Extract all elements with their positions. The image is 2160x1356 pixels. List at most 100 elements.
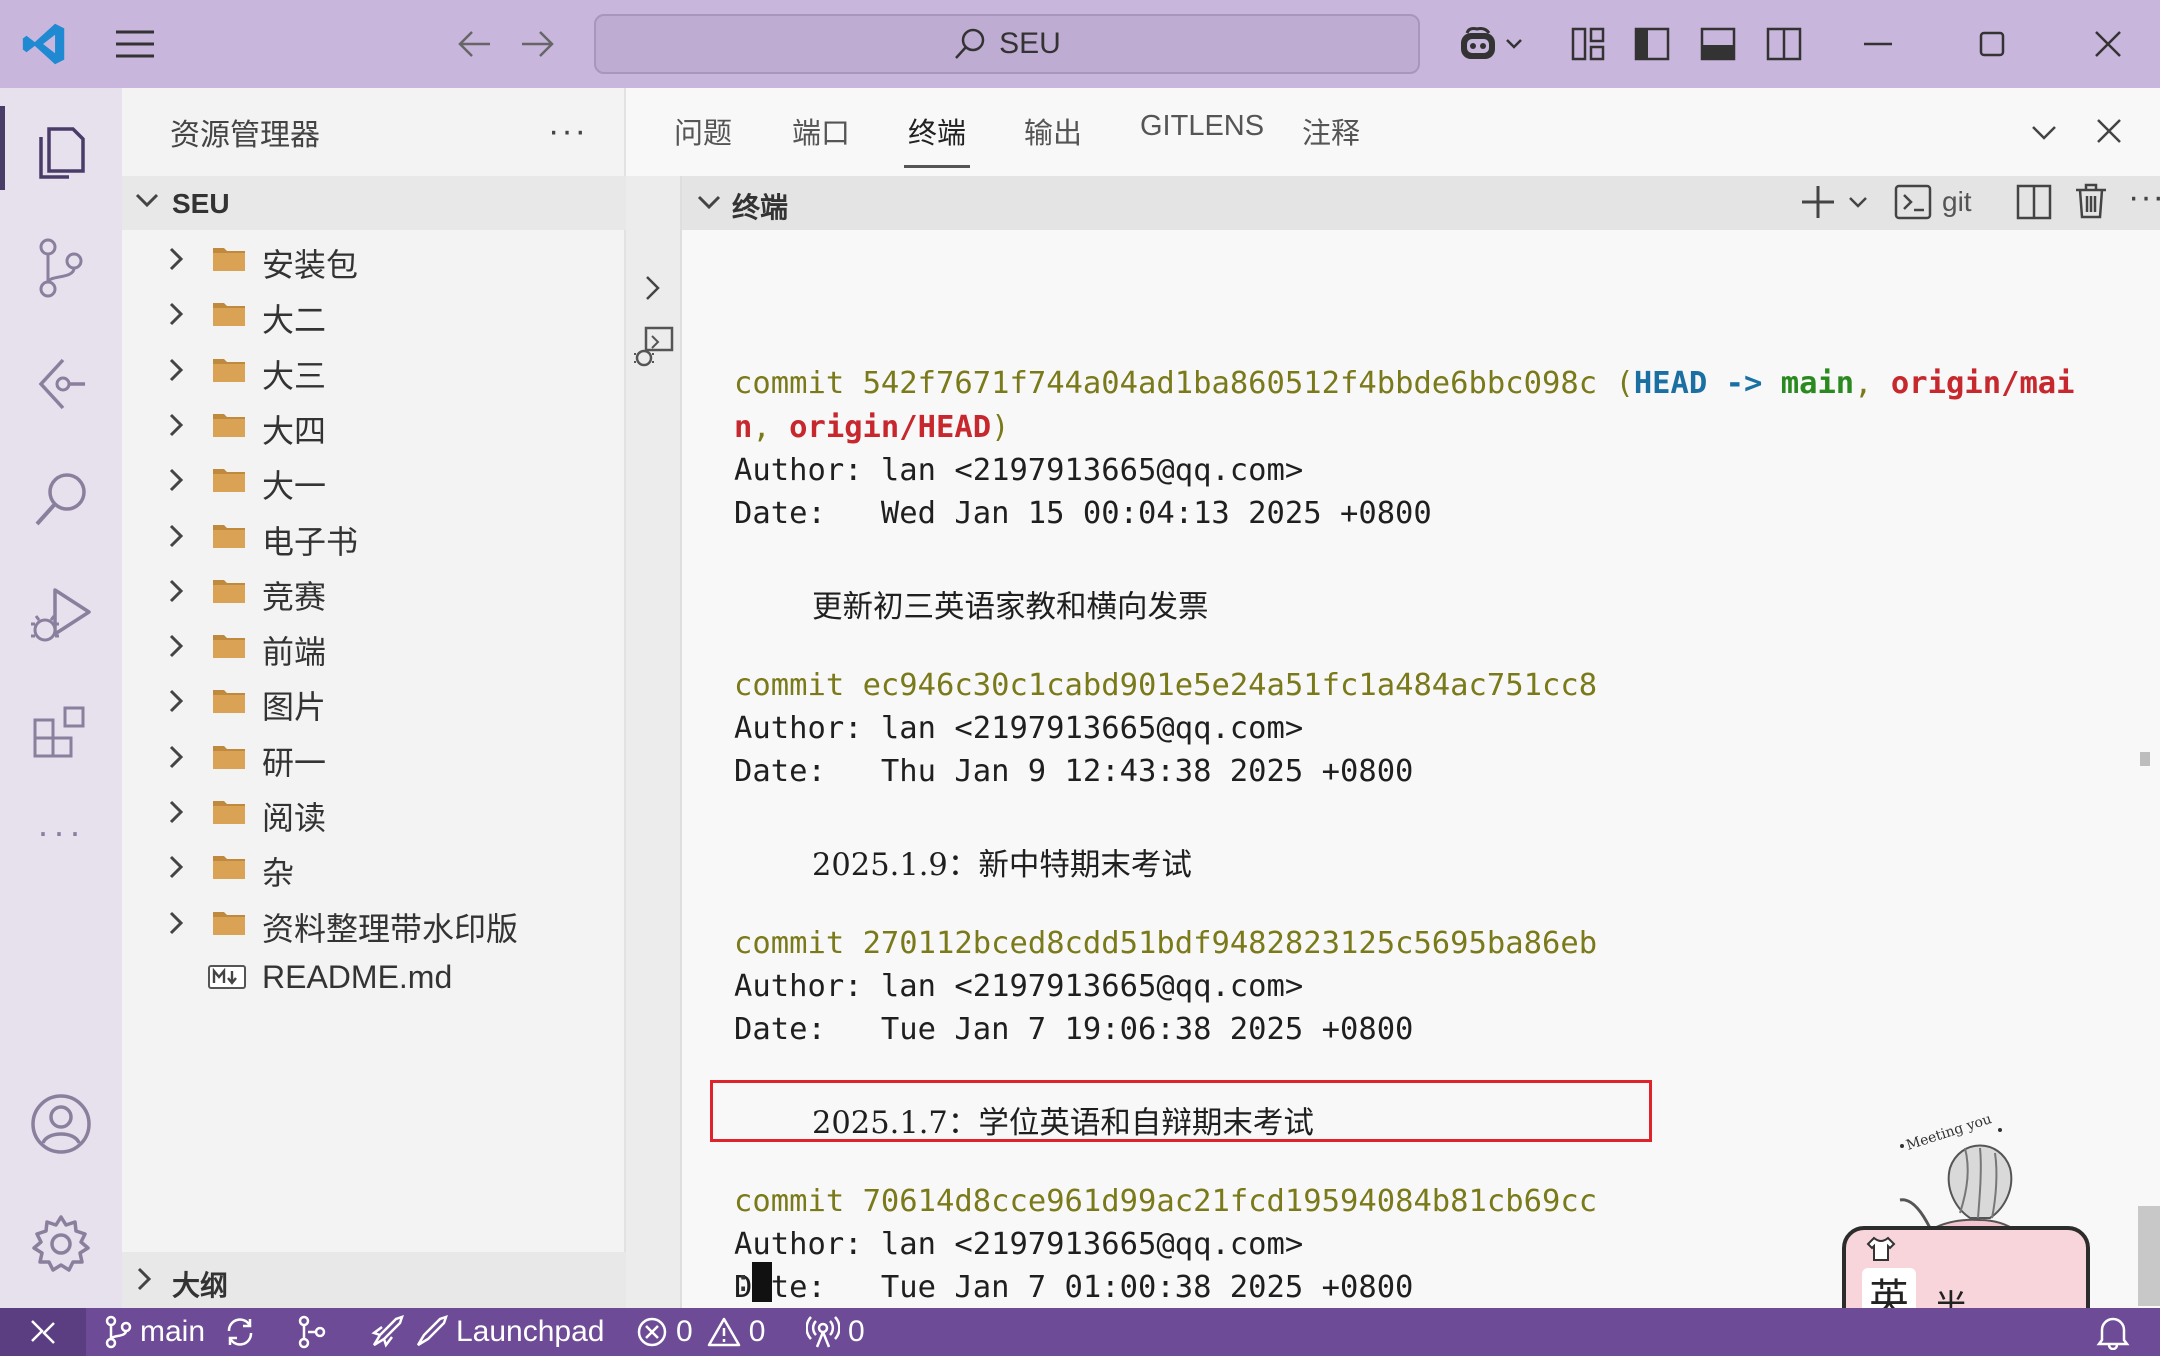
- chevron-right-icon: [168, 357, 186, 383]
- debug-console-icon[interactable]: [632, 324, 676, 368]
- launchpad-button[interactable]: Launchpad: [370, 1308, 604, 1356]
- ports-count: 0: [848, 1315, 865, 1348]
- tree-folder[interactable]: 安装包: [122, 230, 626, 285]
- tree-folder[interactable]: 竞赛: [122, 562, 626, 617]
- remote-indicator[interactable]: [0, 1308, 86, 1356]
- tree-folder[interactable]: 图片: [122, 672, 626, 727]
- tree-folder[interactable]: 资料整理带水印版: [122, 894, 626, 949]
- warning-count: 0: [748, 1315, 766, 1348]
- git-branch-icon: [105, 1315, 132, 1349]
- command-center-search[interactable]: SEU: [594, 14, 1420, 74]
- chevron-right-icon: [168, 467, 186, 493]
- sidebar-more-button[interactable]: ···: [548, 112, 588, 151]
- customize-layout-icon[interactable]: [1568, 24, 1608, 64]
- split-terminal-icon[interactable]: [2016, 184, 2052, 220]
- folder-icon: [212, 299, 246, 327]
- extensions-icon[interactable]: [0, 682, 122, 782]
- commit-message: 2025.1.9：新中特期末考试: [812, 848, 1192, 883]
- status-bar: main Launchpad 0 0 0: [0, 1308, 2160, 1356]
- forward-arrow-icon[interactable]: [516, 24, 560, 64]
- chevron-down-icon[interactable]: [696, 194, 722, 212]
- git-graph-icon: [298, 1315, 326, 1349]
- tree-folder[interactable]: 阅读: [122, 783, 626, 838]
- settings-gear-icon[interactable]: [0, 1194, 122, 1294]
- launchpad-label: Launchpad: [456, 1315, 605, 1348]
- terminal-side-strip: [626, 176, 682, 1308]
- more-icon[interactable]: ···: [0, 782, 122, 882]
- tree-folder[interactable]: 大一: [122, 451, 626, 506]
- rocket-icon: [371, 1315, 404, 1348]
- tree-folder[interactable]: 杂: [122, 838, 626, 893]
- terminal-line: commit 70614d8cce961d99ac21fcd19594084b8…: [734, 1184, 1598, 1219]
- menu-icon[interactable]: [112, 24, 158, 64]
- notifications-bell-icon[interactable]: [2096, 1308, 2130, 1356]
- tree-folder[interactable]: 电子书: [122, 507, 626, 562]
- chevron-right-icon: [136, 1266, 154, 1292]
- terminal-scrollbar-thumb[interactable]: [2138, 1206, 2160, 1306]
- ports-indicator[interactable]: 0: [806, 1308, 865, 1356]
- chevron-right-icon[interactable]: [644, 274, 662, 302]
- branch-name: main: [140, 1315, 206, 1348]
- folder-icon: [212, 576, 246, 604]
- chevron-right-icon: [168, 799, 186, 825]
- terminal-line: commit ec946c30c1cabd901e5e24a51fc1a484a…: [734, 668, 1598, 703]
- chevron-right-icon: [168, 412, 186, 438]
- tree-folder[interactable]: 大三: [122, 341, 626, 396]
- tree-item-label: 大四: [262, 412, 327, 449]
- commit-date: Date: Tue Jan 7 01:00:38 2025 +0800: [734, 1270, 1414, 1305]
- commit-highlight-box: [710, 1080, 1652, 1142]
- title-bar: SEU: [0, 0, 2160, 88]
- maximize-icon[interactable]: [1972, 24, 2012, 64]
- vscode-logo[interactable]: [20, 20, 68, 68]
- tab-output[interactable]: 输出: [1024, 110, 1082, 152]
- tab-terminal[interactable]: 终端: [903, 110, 971, 168]
- run-debug-icon[interactable]: [0, 566, 122, 666]
- close-icon[interactable]: [2088, 24, 2128, 64]
- gitlens-icon[interactable]: [0, 334, 122, 434]
- chevron-right-icon: [168, 854, 186, 880]
- tree-folder[interactable]: 大四: [122, 396, 626, 451]
- tab-gitlens[interactable]: GITLENS: [1140, 110, 1264, 143]
- toggle-sidebar-icon[interactable]: [1632, 24, 1672, 64]
- toggle-secondary-sidebar-icon[interactable]: [1764, 24, 1804, 64]
- workspace-folder-header[interactable]: SEU: [122, 176, 626, 230]
- terminal-profile-name[interactable]: git: [1942, 186, 1972, 218]
- folder-icon: [212, 686, 246, 714]
- back-arrow-icon[interactable]: [452, 24, 496, 64]
- tab-ports[interactable]: 端口: [792, 110, 850, 152]
- panel-close-icon[interactable]: [2096, 118, 2122, 144]
- panel-tab-bar: 问题 端口 终端 输出 GITLENS 注释: [626, 88, 2160, 176]
- new-terminal-plus-icon[interactable]: [1800, 184, 1836, 220]
- panel-maximize-chevron-icon[interactable]: [2030, 124, 2058, 142]
- accounts-icon[interactable]: [0, 1074, 122, 1174]
- tree-folder[interactable]: 大二: [122, 285, 626, 340]
- chevron-right-icon: [168, 688, 186, 714]
- toggle-panel-icon[interactable]: [1698, 24, 1738, 64]
- source-control-icon[interactable]: [0, 218, 122, 318]
- terminal-more-icon[interactable]: ···: [2128, 178, 2160, 217]
- branch-indicator[interactable]: main: [104, 1308, 257, 1356]
- tree-folder[interactable]: 前端: [122, 617, 626, 672]
- folder-name: SEU: [172, 188, 230, 219]
- search-icon: [953, 27, 987, 61]
- terminal-profile-icon[interactable]: [1894, 184, 1932, 220]
- copilot-icon[interactable]: [1452, 22, 1528, 66]
- chevron-right-icon: [168, 633, 186, 659]
- tree-item-label: 竞赛: [262, 578, 327, 615]
- minimize-icon[interactable]: [1858, 24, 1898, 64]
- warning-icon: [707, 1317, 740, 1347]
- search-icon[interactable]: [0, 450, 122, 550]
- explorer-icon[interactable]: [0, 98, 122, 198]
- folder-icon: [212, 244, 246, 272]
- chevron-down-icon[interactable]: [1848, 196, 1868, 210]
- tree-file[interactable]: README.md: [122, 949, 626, 1004]
- gitlens-graph-indicator[interactable]: [296, 1308, 328, 1356]
- tab-comments[interactable]: 注释: [1302, 110, 1360, 152]
- commit-author: Author: lan <2197913665@qq.com>: [734, 453, 1304, 488]
- kill-terminal-trash-icon[interactable]: [2074, 182, 2108, 220]
- tree-folder[interactable]: 研一: [122, 728, 626, 783]
- chevron-down-icon: [1506, 39, 1522, 49]
- tab-problems[interactable]: 问题: [674, 110, 732, 152]
- problems-indicator[interactable]: 0 0: [636, 1308, 765, 1356]
- outline-section-header[interactable]: 大纲: [122, 1252, 626, 1308]
